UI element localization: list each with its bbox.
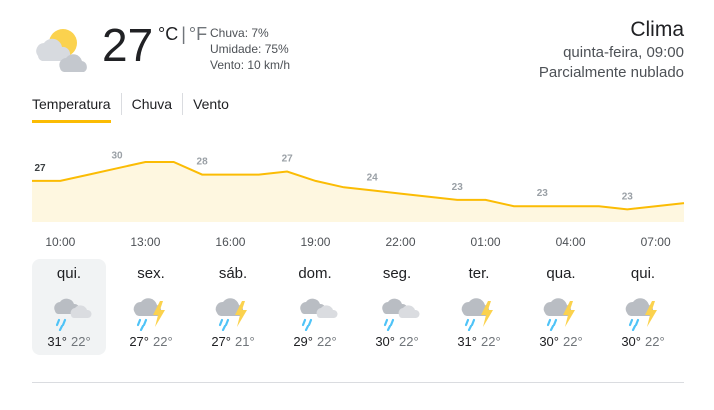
high-temp: 30° xyxy=(621,334,641,349)
tab-rain[interactable]: Chuva xyxy=(120,93,182,115)
low-temp: 22° xyxy=(153,334,173,349)
point-label: 27 xyxy=(282,153,294,164)
low-temp: 22° xyxy=(399,334,419,349)
day-card[interactable]: qua. 30° 22° xyxy=(524,259,598,355)
high-temp: 29° xyxy=(293,334,313,349)
point-label: 30 xyxy=(111,150,123,161)
time-label: 19:00 xyxy=(300,235,330,249)
point-label: 23 xyxy=(537,188,549,199)
daily-forecast: qui. 31° 22° sex. 27° 22° sáb. 27° 21° dom. 29° 22°… xyxy=(32,259,688,355)
time-label: 07:00 xyxy=(641,235,671,249)
day-card[interactable]: qui. 30° 22° xyxy=(606,259,680,355)
day-name: dom. xyxy=(298,265,332,282)
point-label: 24 xyxy=(367,172,379,183)
temperature-area xyxy=(32,162,684,222)
unit-celsius-button[interactable]: °C xyxy=(158,24,178,44)
humidity: Umidade: 75% xyxy=(210,42,289,56)
day-name: ter. xyxy=(468,265,490,282)
low-temp: 22° xyxy=(71,334,91,349)
thunderstorm-icon xyxy=(215,298,247,331)
low-temp: 22° xyxy=(317,334,337,349)
weather-title: Clima xyxy=(630,18,684,41)
high-temp: 31° xyxy=(457,334,477,349)
time-label: 13:00 xyxy=(130,235,160,249)
point-label: 23 xyxy=(452,182,464,193)
high-temp: 30° xyxy=(539,334,559,349)
partly-cloudy-icon xyxy=(36,29,87,72)
unit-toggle: °C | °F xyxy=(158,24,207,45)
high-temp: 30° xyxy=(375,334,395,349)
high-temp: 27° xyxy=(211,334,231,349)
day-card[interactable]: seg. 30° 22° xyxy=(360,259,434,355)
divider xyxy=(32,382,684,383)
day-name: qui. xyxy=(630,265,656,282)
thunderstorm-icon xyxy=(133,298,165,331)
day-name: sex. xyxy=(137,265,165,282)
day-temps: 30° 22° xyxy=(524,333,598,351)
thunderstorm-icon xyxy=(461,298,493,331)
day-temps: 31° 22° xyxy=(442,333,516,351)
time-label: 10:00 xyxy=(45,235,75,249)
day-temps: 31° 22° xyxy=(32,333,106,351)
rain-chance: Chuva: 7% xyxy=(210,26,269,40)
day-temps: 30° 22° xyxy=(360,333,434,351)
day-card[interactable]: ter. 31° 22° xyxy=(442,259,516,355)
day-temps: 27° 22° xyxy=(114,333,188,351)
high-temp: 31° xyxy=(47,334,67,349)
day-name: qua. xyxy=(546,265,576,282)
cloudy-rain-icon xyxy=(300,298,338,331)
day-temps: 30° 22° xyxy=(606,333,680,351)
time-label: 04:00 xyxy=(556,235,586,249)
thunderstorm-icon xyxy=(625,298,657,331)
current-datetime: quinta-feira, 09:00 xyxy=(563,44,684,61)
unit-fahrenheit-button[interactable]: °F xyxy=(189,24,207,44)
thunderstorm-icon xyxy=(543,298,575,331)
current-temperature: 27 xyxy=(102,19,154,71)
cloudy-rain-icon xyxy=(382,298,420,331)
time-label: 16:00 xyxy=(215,235,245,249)
day-card[interactable]: dom. 29° 22° xyxy=(278,259,352,355)
unit-separator: | xyxy=(181,24,186,44)
day-card[interactable]: sáb. 27° 21° xyxy=(196,259,270,355)
day-card[interactable]: qui. 31° 22° xyxy=(32,259,106,355)
day-temps: 27° 21° xyxy=(196,333,270,351)
time-label: 22:00 xyxy=(386,235,416,249)
low-temp: 21° xyxy=(235,334,255,349)
day-card[interactable]: sex. 27° 22° xyxy=(114,259,188,355)
point-label: 27 xyxy=(34,163,46,174)
low-temp: 22° xyxy=(563,334,583,349)
low-temp: 22° xyxy=(645,334,665,349)
day-temps: 29° 22° xyxy=(278,333,352,351)
day-name: seg. xyxy=(382,265,412,282)
point-label: 23 xyxy=(622,191,634,202)
wind-speed: Vento: 10 km/h xyxy=(210,58,291,72)
current-details: Chuva: 7% Umidade: 75% Vento: 10 km/h xyxy=(210,25,290,73)
tab-wind[interactable]: Vento xyxy=(182,93,239,115)
location-info: Clima quinta-feira, 09:00 Parcialmente n… xyxy=(539,17,684,83)
tab-temperature[interactable]: Temperatura xyxy=(32,93,121,123)
day-name: qui. xyxy=(56,265,82,282)
low-temp: 22° xyxy=(481,334,501,349)
temperature-chart: 27 30 28 27 24 23 23 23 10:00 13:00 16:00 19:00 22:0… xyxy=(32,150,685,249)
cloudy-rain-icon xyxy=(54,298,92,331)
high-temp: 27° xyxy=(129,334,149,349)
day-name: sáb. xyxy=(218,265,248,282)
metric-tabs: Temperatura Chuva Vento xyxy=(32,93,239,123)
time-label: 01:00 xyxy=(471,235,501,249)
point-label: 28 xyxy=(197,157,209,168)
current-condition: Parcialmente nublado xyxy=(538,64,684,81)
